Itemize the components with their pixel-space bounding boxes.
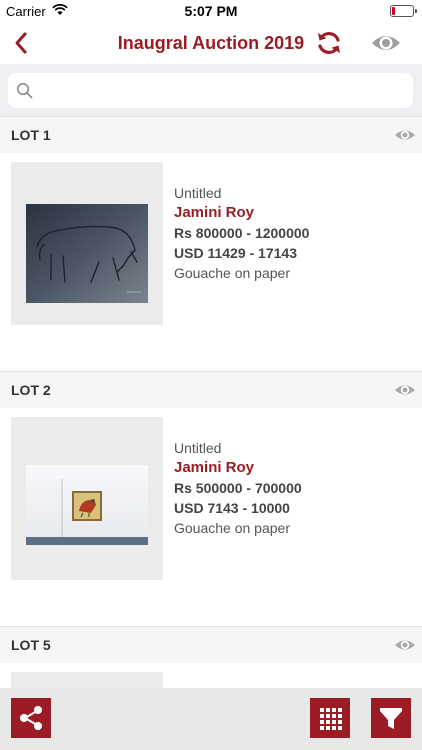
artwork-title: Untitled	[174, 185, 222, 201]
bottom-toolbar	[0, 688, 422, 750]
battery-icon	[390, 5, 417, 17]
lot-card[interactable]: Untitled Jamini Roy Rs 500000 - 700000 U…	[0, 408, 422, 626]
search-input[interactable]	[40, 73, 404, 110]
estimate-inr: Rs 500000 - 700000	[174, 480, 302, 496]
artwork-thumbnail[interactable]	[11, 162, 163, 325]
artist-name[interactable]: Jamini Roy	[174, 458, 302, 478]
share-icon	[20, 706, 42, 730]
estimate-usd: USD 11429 - 17143	[174, 245, 297, 261]
share-button[interactable]	[11, 698, 51, 738]
eye-icon[interactable]	[394, 127, 416, 143]
watch-eye-icon[interactable]	[370, 31, 402, 55]
status-time: 5:07 PM	[184, 3, 238, 19]
lot-header: LOT 5	[0, 626, 422, 664]
search-icon	[16, 82, 33, 99]
refresh-icon[interactable]	[314, 28, 344, 58]
lot-header: LOT 1	[0, 116, 422, 154]
search-bar	[0, 64, 422, 116]
lot-number: LOT 1	[11, 127, 51, 143]
artwork-title: Untitled	[174, 440, 222, 456]
lot-details: Untitled Jamini Roy Rs 500000 - 700000 U…	[174, 438, 302, 538]
estimate-usd: USD 7143 - 10000	[174, 500, 290, 516]
filter-button[interactable]	[371, 698, 411, 738]
lot-number: LOT 2	[11, 382, 51, 398]
status-bar: Carrier 5:07 PM	[0, 0, 422, 22]
navigation-bar: Inaugral Auction 2019	[0, 22, 422, 64]
search-field[interactable]	[8, 73, 413, 110]
eye-icon[interactable]	[394, 382, 416, 398]
lot-header: LOT 2	[0, 371, 422, 409]
artwork-image-bird	[26, 465, 148, 545]
artist-name[interactable]: Jamini Roy	[174, 203, 309, 223]
artwork-thumbnail[interactable]	[11, 417, 163, 580]
page-title: Inaugral Auction 2019	[117, 33, 305, 53]
lot-number: LOT 5	[11, 637, 51, 653]
artwork-medium: Gouache on paper	[174, 520, 290, 536]
filter-icon	[380, 708, 402, 729]
lot-card[interactable]: Untitled Jamini Roy Rs 800000 - 1200000 …	[0, 153, 422, 371]
grid-view-button[interactable]	[310, 698, 350, 738]
estimate-inr: Rs 800000 - 1200000	[174, 225, 310, 241]
lot-details: Untitled Jamini Roy Rs 800000 - 1200000 …	[174, 183, 309, 283]
lot-card[interactable]	[0, 663, 422, 697]
artwork-medium: Gouache on paper	[174, 265, 290, 281]
eye-icon[interactable]	[394, 637, 416, 653]
artwork-image-bull	[26, 204, 148, 303]
grid-icon	[320, 708, 342, 730]
